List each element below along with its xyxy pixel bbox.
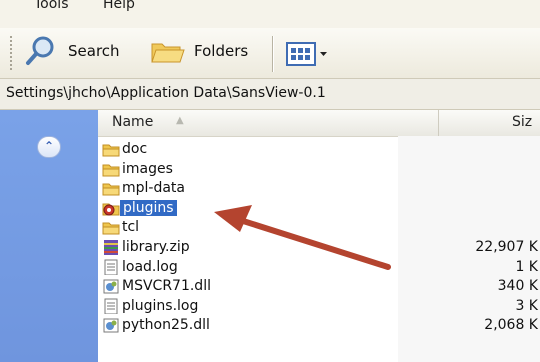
file-row[interactable]: doc <box>98 140 540 160</box>
text-file-icon <box>104 259 118 275</box>
task-pane: ⌃ <box>0 110 98 362</box>
file-row[interactable]: load.log 1 K <box>98 258 540 278</box>
file-row[interactable]: tcl <box>98 218 540 238</box>
column-size[interactable]: Siz <box>512 114 532 130</box>
file-name: mpl-data <box>122 180 185 197</box>
file-name: tcl <box>122 219 140 236</box>
file-name: library.zip <box>122 239 190 255</box>
file-row[interactable]: images <box>98 160 540 180</box>
file-row[interactable]: plugins <box>98 199 540 219</box>
search-icon <box>26 36 54 65</box>
sort-ascending-icon: ▲ <box>176 115 184 126</box>
file-name: images <box>122 160 173 177</box>
menu-help[interactable]: Help <box>103 0 135 12</box>
file-list: Name ▲ Siz doc images mpl-data plugins tcl li… <box>98 110 540 362</box>
file-name: plugins <box>120 199 177 216</box>
toolbar-separator <box>272 36 273 72</box>
file-size: 340 K <box>497 278 538 295</box>
file-size: 3 K <box>515 297 538 314</box>
file-row[interactable]: library.zip 22,907 K <box>98 238 540 258</box>
file-size: 1 K <box>515 258 538 275</box>
folder-icon <box>102 183 120 196</box>
search-button[interactable]: Search <box>24 36 124 68</box>
file-row[interactable]: MSVCR71.dll 340 K <box>98 277 540 297</box>
column-name[interactable]: Name <box>112 114 153 130</box>
text-file-icon <box>104 298 118 314</box>
file-name: python25.dll <box>122 317 210 334</box>
column-header: Name ▲ Siz <box>98 110 540 137</box>
menu-tools[interactable]: Tools <box>34 0 69 12</box>
folders-button[interactable]: Folders <box>150 36 262 68</box>
file-row[interactable]: python25.dll 2,068 K <box>98 316 540 336</box>
collapse-chevron-icon[interactable]: ⌃ <box>37 136 61 158</box>
file-name: load.log <box>122 258 178 275</box>
file-row[interactable]: plugins.log 3 K <box>98 297 540 317</box>
folder-icon <box>102 164 120 177</box>
search-label: Search <box>68 42 120 60</box>
dll-icon <box>103 279 119 294</box>
archive-icon <box>104 240 118 255</box>
file-name: MSVCR71.dll <box>122 278 211 295</box>
dll-icon <box>103 318 119 333</box>
file-row[interactable]: mpl-data <box>98 179 540 199</box>
toolbar: Search Folders <box>0 28 540 79</box>
toolbar-grip[interactable] <box>10 36 16 70</box>
views-icon <box>286 42 327 66</box>
folders-label: Folders <box>194 42 249 60</box>
folder-icon <box>102 144 120 157</box>
address-bar[interactable]: Settings\jhcho\Application Data\SansView… <box>0 79 540 110</box>
file-name: doc <box>122 141 148 157</box>
address-path: Settings\jhcho\Application Data\SansView… <box>6 85 326 101</box>
special-folder-icon <box>102 203 120 216</box>
folders-icon <box>151 43 185 63</box>
file-size: 2,068 K <box>484 317 538 334</box>
menu-bar: Tools Help <box>0 0 540 29</box>
file-size: 22,907 K <box>475 239 538 255</box>
folder-icon <box>102 222 120 235</box>
file-name: plugins.log <box>122 297 199 314</box>
views-button[interactable] <box>286 40 332 68</box>
column-divider[interactable] <box>438 110 439 136</box>
